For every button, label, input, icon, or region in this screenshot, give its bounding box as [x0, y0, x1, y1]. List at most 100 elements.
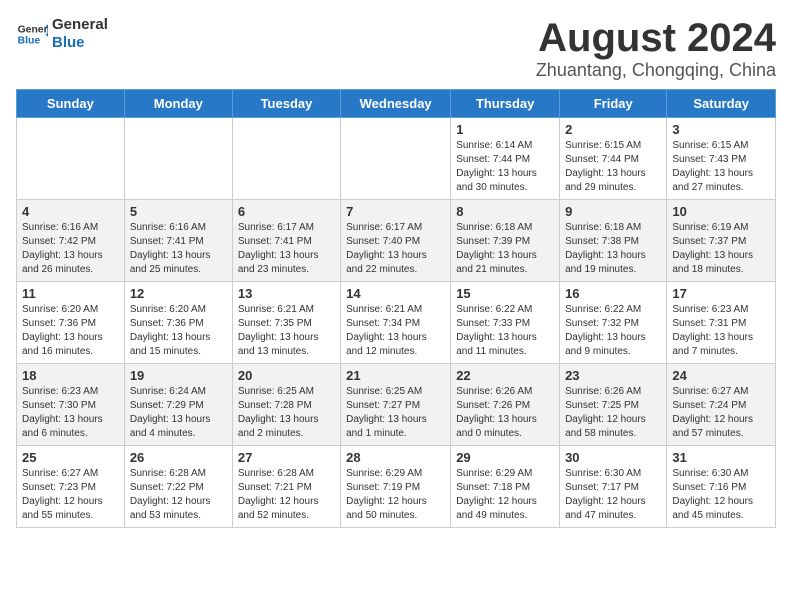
day-number: 20 — [238, 368, 335, 383]
calendar-week-row: 1 Sunrise: 6:14 AM Sunset: 7:44 PM Daylig… — [17, 118, 776, 200]
day-number: 18 — [22, 368, 119, 383]
calendar-cell — [17, 118, 125, 200]
day-info: Sunrise: 6:29 AM Sunset: 7:19 PM Dayligh… — [346, 467, 445, 523]
svg-text:General: General — [18, 24, 48, 35]
day-number: 10 — [672, 204, 770, 219]
calendar-cell — [232, 118, 340, 200]
calendar-cell: 23Sunrise: 6:26 AM Sunset: 7:25 PM Dayli… — [560, 364, 667, 446]
day-info: Sunrise: 6:26 AM Sunset: 7:26 PM Dayligh… — [456, 385, 554, 441]
day-number: 9 — [565, 204, 661, 219]
weekday-header-thursday: Thursday — [451, 90, 560, 118]
day-info: Sunrise: 6:26 AM Sunset: 7:25 PM Dayligh… — [565, 385, 661, 441]
calendar-cell: 28 Sunrise: 6:29 AM Sunset: 7:19 PM Dayli… — [341, 446, 451, 528]
page-title: August 2024 — [536, 16, 776, 60]
day-number: 3 — [672, 122, 770, 137]
calendar-cell: 7 Sunrise: 6:17 AM Sunset: 7:40 PM Daylig… — [341, 200, 451, 282]
day-info: Sunrise: 6:24 AM Sunset: 7:29 PM Dayligh… — [130, 385, 227, 441]
calendar-cell: 25 Sunrise: 6:27 AM Sunset: 7:23 PM Dayli… — [17, 446, 125, 528]
day-info: Sunrise: 6:30 AM Sunset: 7:17 PM Dayligh… — [565, 467, 661, 523]
day-info: Sunrise: 6:18 AM Sunset: 7:39 PM Dayligh… — [456, 221, 554, 277]
weekday-header-sunday: Sunday — [17, 90, 125, 118]
day-info: Sunrise: 6:27 AM Sunset: 7:23 PM Dayligh… — [22, 467, 119, 523]
day-info: Sunrise: 6:20 AM Sunset: 7:36 PM Dayligh… — [130, 303, 227, 359]
day-info: Sunrise: 6:22 AM Sunset: 7:33 PM Dayligh… — [456, 303, 554, 359]
day-info: Sunrise: 6:17 AM Sunset: 7:40 PM Dayligh… — [346, 221, 445, 277]
day-number: 29 — [456, 450, 554, 465]
day-info: Sunrise: 6:21 AM Sunset: 7:35 PM Dayligh… — [238, 303, 335, 359]
logo-line1: General — [52, 16, 108, 34]
day-info: Sunrise: 6:23 AM Sunset: 7:30 PM Dayligh… — [22, 385, 119, 441]
calendar-cell: 26Sunrise: 6:28 AM Sunset: 7:22 PM Dayli… — [124, 446, 232, 528]
day-number: 5 — [130, 204, 227, 219]
calendar-cell: 15 Sunrise: 6:22 AM Sunset: 7:33 PM Dayli… — [451, 282, 560, 364]
calendar-cell: 20 Sunrise: 6:25 AM Sunset: 7:28 PM Dayli… — [232, 364, 340, 446]
svg-text:Blue: Blue — [18, 36, 41, 47]
calendar-cell: 14 Sunrise: 6:21 AM Sunset: 7:34 PM Dayli… — [341, 282, 451, 364]
calendar-cell: 16 Sunrise: 6:22 AM Sunset: 7:32 PM Dayli… — [560, 282, 667, 364]
day-number: 13 — [238, 286, 335, 301]
weekday-header-friday: Friday — [560, 90, 667, 118]
calendar-cell: 19Sunrise: 6:24 AM Sunset: 7:29 PM Dayli… — [124, 364, 232, 446]
day-info: Sunrise: 6:16 AM Sunset: 7:42 PM Dayligh… — [22, 221, 119, 277]
day-number: 25 — [22, 450, 119, 465]
day-number: 6 — [238, 204, 335, 219]
day-info: Sunrise: 6:21 AM Sunset: 7:34 PM Dayligh… — [346, 303, 445, 359]
day-info: Sunrise: 6:27 AM Sunset: 7:24 PM Dayligh… — [672, 385, 770, 441]
weekday-header-monday: Monday — [124, 90, 232, 118]
weekday-header-tuesday: Tuesday — [232, 90, 340, 118]
calendar-week-row: 4Sunrise: 6:16 AM Sunset: 7:42 PM Daylig… — [17, 200, 776, 282]
day-number: 28 — [346, 450, 445, 465]
logo-icon: General Blue — [16, 18, 48, 50]
calendar-cell: 2 Sunrise: 6:15 AM Sunset: 7:44 PM Daylig… — [560, 118, 667, 200]
calendar-cell: 6 Sunrise: 6:17 AM Sunset: 7:41 PM Daylig… — [232, 200, 340, 282]
day-number: 1 — [456, 122, 554, 137]
day-number: 31 — [672, 450, 770, 465]
calendar-week-row: 25 Sunrise: 6:27 AM Sunset: 7:23 PM Dayli… — [17, 446, 776, 528]
calendar-cell: 5 Sunrise: 6:16 AM Sunset: 7:41 PM Daylig… — [124, 200, 232, 282]
calendar-cell: 17Sunrise: 6:23 AM Sunset: 7:31 PM Dayli… — [667, 282, 776, 364]
calendar-cell: 13 Sunrise: 6:21 AM Sunset: 7:35 PM Dayli… — [232, 282, 340, 364]
day-info: Sunrise: 6:25 AM Sunset: 7:28 PM Dayligh… — [238, 385, 335, 441]
day-number: 14 — [346, 286, 445, 301]
day-number: 15 — [456, 286, 554, 301]
page-header: General Blue General Blue August 2024 Zh… — [16, 16, 776, 81]
calendar-table: SundayMondayTuesdayWednesdayThursdayFrid… — [16, 89, 776, 528]
day-number: 7 — [346, 204, 445, 219]
calendar-cell — [124, 118, 232, 200]
day-info: Sunrise: 6:15 AM Sunset: 7:43 PM Dayligh… — [672, 139, 770, 195]
day-info: Sunrise: 6:25 AM Sunset: 7:27 PM Dayligh… — [346, 385, 445, 441]
calendar-cell: 10Sunrise: 6:19 AM Sunset: 7:37 PM Dayli… — [667, 200, 776, 282]
day-info: Sunrise: 6:16 AM Sunset: 7:41 PM Dayligh… — [130, 221, 227, 277]
calendar-cell: 24 Sunrise: 6:27 AM Sunset: 7:24 PM Dayli… — [667, 364, 776, 446]
day-number: 27 — [238, 450, 335, 465]
day-info: Sunrise: 6:17 AM Sunset: 7:41 PM Dayligh… — [238, 221, 335, 277]
calendar-cell: 11Sunrise: 6:20 AM Sunset: 7:36 PM Dayli… — [17, 282, 125, 364]
calendar-cell: 9 Sunrise: 6:18 AM Sunset: 7:38 PM Daylig… — [560, 200, 667, 282]
calendar-week-row: 11Sunrise: 6:20 AM Sunset: 7:36 PM Dayli… — [17, 282, 776, 364]
calendar-cell: 30 Sunrise: 6:30 AM Sunset: 7:17 PM Dayli… — [560, 446, 667, 528]
day-number: 16 — [565, 286, 661, 301]
calendar-cell: 29 Sunrise: 6:29 AM Sunset: 7:18 PM Dayli… — [451, 446, 560, 528]
day-number: 30 — [565, 450, 661, 465]
page-subtitle: Zhuantang, Chongqing, China — [536, 60, 776, 81]
logo: General Blue General Blue — [16, 16, 108, 52]
calendar-cell: 22 Sunrise: 6:26 AM Sunset: 7:26 PM Dayli… — [451, 364, 560, 446]
calendar-cell: 18 Sunrise: 6:23 AM Sunset: 7:30 PM Dayli… — [17, 364, 125, 446]
day-number: 24 — [672, 368, 770, 383]
day-number: 22 — [456, 368, 554, 383]
day-info: Sunrise: 6:28 AM Sunset: 7:21 PM Dayligh… — [238, 467, 335, 523]
day-info: Sunrise: 6:22 AM Sunset: 7:32 PM Dayligh… — [565, 303, 661, 359]
day-info: Sunrise: 6:18 AM Sunset: 7:38 PM Dayligh… — [565, 221, 661, 277]
calendar-cell — [341, 118, 451, 200]
day-info: Sunrise: 6:14 AM Sunset: 7:44 PM Dayligh… — [456, 139, 554, 195]
calendar-cell: 27 Sunrise: 6:28 AM Sunset: 7:21 PM Dayli… — [232, 446, 340, 528]
day-info: Sunrise: 6:29 AM Sunset: 7:18 PM Dayligh… — [456, 467, 554, 523]
day-info: Sunrise: 6:28 AM Sunset: 7:22 PM Dayligh… — [130, 467, 227, 523]
title-block: August 2024 Zhuantang, Chongqing, China — [536, 16, 776, 81]
day-info: Sunrise: 6:15 AM Sunset: 7:44 PM Dayligh… — [565, 139, 661, 195]
calendar-cell: 31Sunrise: 6:30 AM Sunset: 7:16 PM Dayli… — [667, 446, 776, 528]
day-number: 2 — [565, 122, 661, 137]
weekday-header-wednesday: Wednesday — [341, 90, 451, 118]
day-number: 8 — [456, 204, 554, 219]
calendar-cell: 21Sunrise: 6:25 AM Sunset: 7:27 PM Dayli… — [341, 364, 451, 446]
